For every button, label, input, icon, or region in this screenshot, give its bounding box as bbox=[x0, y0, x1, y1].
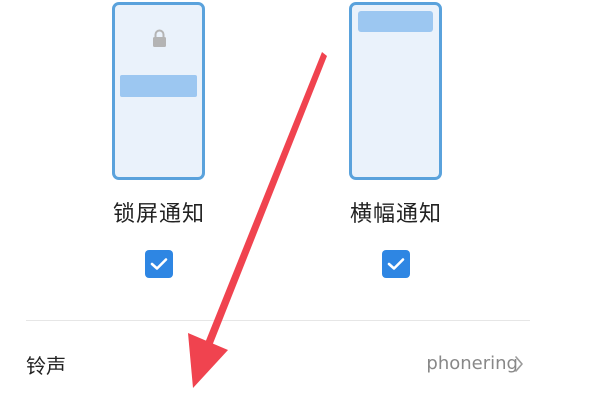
ringtone-value: phonering bbox=[426, 353, 518, 374]
chevron-right-icon bbox=[515, 356, 523, 372]
notification-banner bbox=[358, 11, 433, 32]
checkmark-icon bbox=[387, 258, 405, 270]
checkmark-icon bbox=[150, 258, 168, 270]
banner-notification-checkbox[interactable] bbox=[382, 250, 410, 278]
notification-bar bbox=[120, 75, 197, 97]
ringtone-label: 铃声 bbox=[26, 354, 66, 378]
lock-icon bbox=[153, 29, 166, 47]
lock-screen-notification-label: 锁屏通知 bbox=[112, 202, 205, 227]
ringtone-row[interactable]: 铃声 phonering bbox=[0, 322, 600, 400]
lock-screen-preview-icon[interactable] bbox=[112, 2, 205, 180]
banner-preview-icon[interactable] bbox=[349, 2, 442, 180]
banner-notification-label: 横幅通知 bbox=[349, 202, 442, 227]
divider bbox=[26, 320, 530, 321]
lock-screen-notification-checkbox[interactable] bbox=[145, 250, 173, 278]
